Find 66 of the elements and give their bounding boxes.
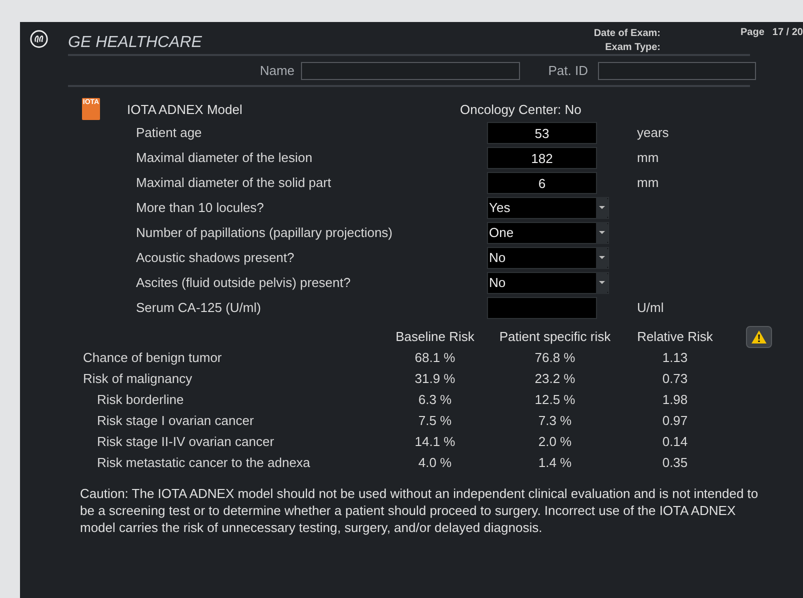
unit-label: years: [637, 125, 670, 140]
warning-icon: [751, 330, 767, 344]
row-label: Risk stage I ovarian cancer: [96, 413, 255, 428]
row-label: Risk of malignancy: [83, 371, 194, 386]
table-cell-text: 0.14: [661, 434, 689, 449]
number-field[interactable]: 6: [487, 172, 597, 194]
exam-label: Exam Type:: [605, 41, 660, 55]
unit-label: mm: [637, 150, 660, 165]
table-cell-text: 7.3 %: [537, 413, 573, 428]
warning-button[interactable]: [746, 326, 772, 348]
patient-id-field[interactable]: [598, 62, 756, 80]
row-label: Risk stage II-IV ovarian cancer: [96, 434, 276, 449]
row-label: Risk metastatic cancer to the adnexa: [96, 455, 312, 470]
logo-icon: [30, 30, 48, 48]
page-label: Page: [740, 27, 764, 38]
table-cell-text: 12.5 %: [534, 392, 576, 407]
unit-label: mm: [637, 175, 660, 190]
dropdown[interactable]: One: [487, 222, 609, 244]
caret-icon: [599, 280, 605, 284]
oncology-center-label: Oncology Center: No: [460, 102, 582, 116]
caution-text: Caution: The IOTA ADNEX model should not be used without an independent clinical evaluation and is not intended to be a screening test or to determine whether a patient should proceed to surgery. Incorrect use of the IOTA ADNEX model carries the risk of unnecessary testing, surgery, and/or delayed diagnosis.: [80, 485, 760, 536]
caret-icon: [599, 256, 605, 260]
table-cell-text: 14.1 %: [414, 434, 456, 449]
caret-icon: [599, 230, 605, 234]
row-label: Risk borderline: [96, 392, 185, 407]
table-cell-text: 7.5 %: [417, 413, 453, 428]
dropdown[interactable]: No: [487, 272, 609, 294]
table-cell-text: 76.8 %: [534, 350, 576, 365]
table-cell-text: 31.9 %: [414, 371, 456, 386]
row-label: Chance of benign tumor: [83, 350, 223, 365]
field-label: Maximal diameter of the lesion: [136, 150, 314, 165]
dropdown[interactable]: No: [487, 246, 609, 268]
table-cell-text: 4.0 %: [417, 455, 453, 470]
table-cell-text: 1.4 %: [537, 455, 573, 470]
patient-id-label: Pat. ID: [548, 63, 588, 78]
number-field[interactable]: [487, 296, 597, 318]
table-cell-text: 1.13: [661, 350, 689, 365]
column-header: Baseline Risk: [394, 329, 476, 344]
table-cell-text: 0.35: [661, 455, 689, 470]
table-cell-text: 68.1 %: [414, 350, 456, 365]
field-label: More than 10 locules?: [136, 200, 265, 215]
column-header: Patient specific risk: [498, 329, 612, 344]
name-label: Name: [258, 63, 295, 78]
exam-label: Date of Exam:: [594, 27, 660, 41]
number-field[interactable]: 182: [487, 146, 597, 168]
field-label: Ascites (fluid outside pelvis) present?: [136, 275, 352, 290]
number-field[interactable]: 53: [487, 122, 597, 144]
table-cell-text: 2.0 %: [537, 434, 573, 449]
field-label: Serum CA-125 (U/ml): [136, 300, 262, 315]
field-label: Number of papillations (papillary projections): [136, 225, 394, 240]
field-label: Maximal diameter of the solid part: [136, 175, 332, 190]
caret-icon: [599, 206, 605, 210]
table-cell-text: 6.3 %: [417, 392, 453, 407]
table-cell-text: 0.73: [661, 371, 689, 386]
field-label: Patient age: [136, 125, 203, 140]
name-field[interactable]: [300, 62, 520, 80]
page-number: 17 / 20: [772, 27, 803, 38]
unit-label: U/ml: [637, 300, 665, 315]
model-title: IOTA ADNEX Model: [127, 102, 244, 116]
dropdown[interactable]: Yes: [487, 196, 609, 218]
table-cell-text: 1.98: [661, 392, 689, 407]
column-header: Relative Risk: [636, 329, 714, 344]
field-label: Acoustic shadows present?: [136, 250, 296, 265]
table-cell-text: 23.2 %: [534, 371, 576, 386]
brand-title: GE HEALTHCARE: [68, 34, 203, 52]
table-cell-text: 0.97: [661, 413, 689, 428]
